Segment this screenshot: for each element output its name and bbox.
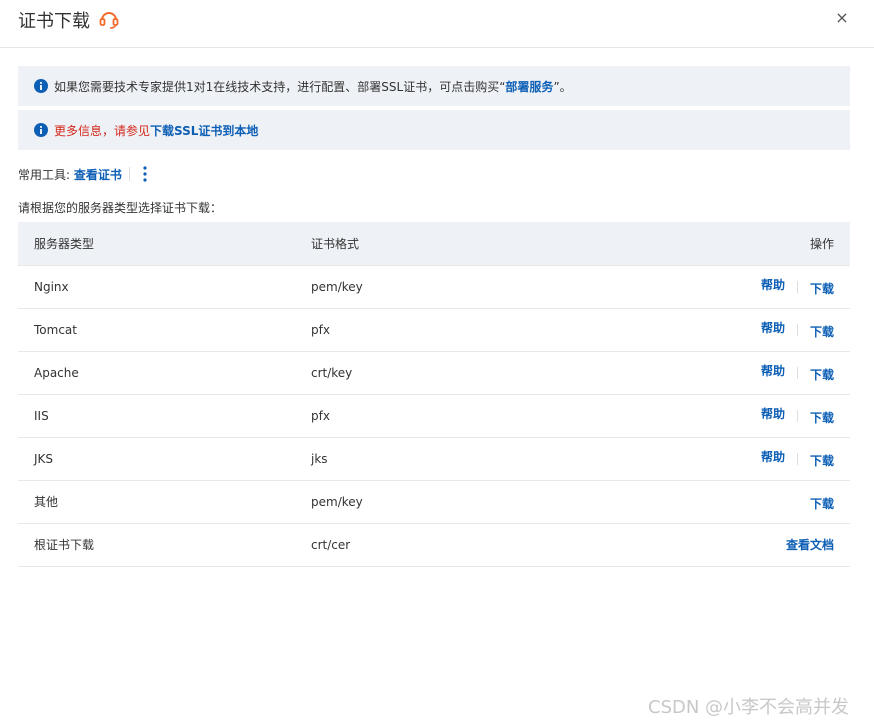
download-ssl-local-link[interactable]: 下载SSL证书到本地 [150, 124, 258, 138]
table-row: JKS jks 帮助 下载 [18, 437, 850, 480]
cert-format-cell: pem/key [311, 494, 363, 509]
info-icon [34, 123, 48, 137]
view-docs-link[interactable]: 查看文档 [786, 536, 834, 553]
notice-text: 如果您需要技术专家提供1对1在线技术支持，进行配置、部署SSL证书，可点击购买“… [54, 78, 572, 95]
cert-format-cell: crt/key [311, 365, 353, 380]
common-tools: 常用工具: 查看证书 [18, 166, 130, 183]
table-row: Nginx pem/key 帮助 下载 [18, 265, 850, 308]
notice-text: 更多信息，请参见下载SSL证书到本地 [54, 122, 258, 139]
header-server-type: 服务器类型 [34, 236, 95, 251]
header-cert-format: 证书格式 [311, 236, 360, 251]
action-divider [796, 366, 798, 379]
download-link[interactable]: 下载 [810, 409, 834, 426]
download-link[interactable]: 下载 [810, 366, 834, 383]
table-row: Apache crt/key 帮助 下载 [18, 351, 850, 394]
table-row: Tomcat pfx 帮助 下载 [18, 308, 850, 351]
info-icon [34, 79, 48, 93]
download-link[interactable]: 下载 [810, 280, 834, 297]
actions-cell: 帮助 下载 [611, 265, 850, 308]
help-link[interactable]: 帮助 [761, 362, 785, 379]
server-type-cell: IIS [34, 408, 49, 423]
server-type-cell: Nginx [34, 279, 69, 294]
action-divider [796, 409, 798, 422]
cert-format-cell: crt/cer [311, 537, 351, 552]
table-row: 其他 pem/key 下载 [18, 480, 850, 523]
more-vertical-icon[interactable] [139, 164, 151, 184]
close-icon[interactable]: × [834, 10, 850, 26]
server-type-cell: 根证书下载 [34, 538, 95, 552]
server-type-cell: Apache [34, 365, 79, 380]
dialog-header: 证书下载 × [0, 0, 874, 48]
more-info-text: 更多信息，请参见 [54, 124, 151, 138]
deploy-service-notice: 如果您需要技术专家提供1对1在线技术支持，进行配置、部署SSL证书，可点击购买“… [18, 66, 850, 106]
actions-cell: 帮助 下载 [611, 437, 850, 480]
notice-text-prefix: 如果您需要技术专家提供1对1在线技术支持，进行配置、部署SSL证书，可点击购买“ [54, 80, 506, 94]
header-actions: 操作 [809, 236, 834, 251]
cert-format-cell: pfx [311, 408, 330, 423]
help-link[interactable]: 帮助 [761, 276, 785, 293]
more-info-notice: 更多信息，请参见下载SSL证书到本地 [18, 110, 850, 150]
help-link[interactable]: 帮助 [761, 319, 785, 336]
server-type-cell: Tomcat [34, 322, 77, 337]
cert-format-cell: pem/key [311, 279, 363, 294]
cert-format-cell: pfx [311, 322, 330, 337]
tools-divider [129, 167, 130, 181]
server-type-cell: JKS [34, 451, 54, 466]
download-link[interactable]: 下载 [810, 495, 834, 512]
instruction-text: 请根据您的服务器类型选择证书下载： [18, 201, 223, 215]
table-row: 根证书下载 crt/cer 查看文档 [18, 523, 850, 566]
view-certificate-link[interactable]: 查看证书 [74, 168, 122, 182]
actions-cell: 下载 [611, 480, 850, 523]
customer-support-icon[interactable] [98, 8, 120, 30]
server-type-cell: 其他 [34, 495, 59, 509]
actions-cell: 帮助 下载 [611, 308, 850, 351]
table-header-row: 服务器类型 证书格式 操作 [18, 222, 850, 265]
download-link[interactable]: 下载 [810, 452, 834, 469]
help-link[interactable]: 帮助 [761, 448, 785, 465]
cert-format-cell: jks [311, 451, 328, 466]
action-divider [796, 280, 798, 293]
download-link[interactable]: 下载 [810, 323, 834, 340]
notice-text-suffix: ”。 [553, 80, 572, 94]
table-row: IIS pfx 帮助 下载 [18, 394, 850, 437]
help-link[interactable]: 帮助 [761, 405, 785, 422]
deploy-service-link[interactable]: 部署服务 [505, 80, 553, 94]
action-divider [796, 323, 798, 336]
actions-cell: 帮助 下载 [611, 351, 850, 394]
watermark: CSDN @小李不会高并发 [648, 697, 850, 718]
server-type-table: 服务器类型 证书格式 操作 Nginx pem/key 帮助 下载 Tomcat … [18, 222, 850, 567]
dialog-title: 证书下载 [18, 11, 90, 32]
actions-cell: 帮助 下载 [611, 394, 850, 437]
actions-cell: 查看文档 [611, 523, 850, 566]
tools-label: 常用工具: [18, 168, 71, 182]
action-divider [796, 452, 798, 465]
